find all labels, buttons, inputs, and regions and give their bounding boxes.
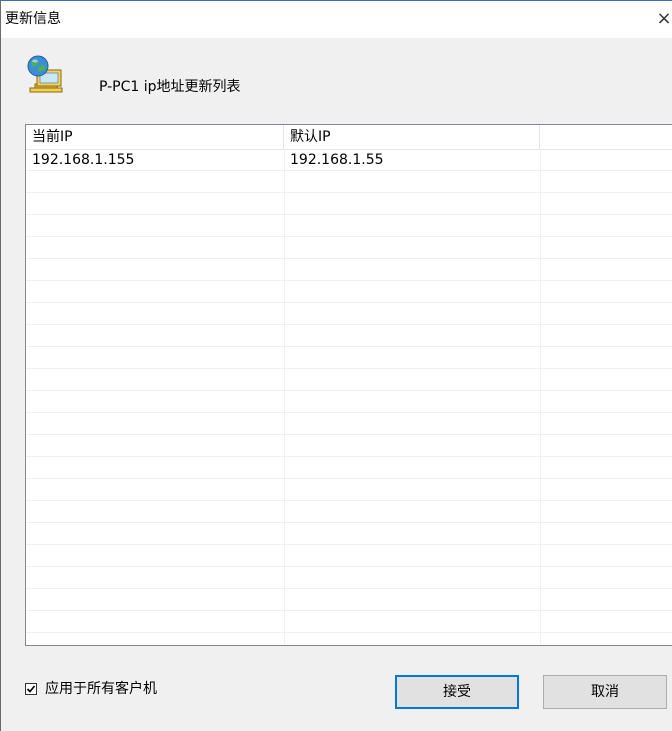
table-row[interactable] [26, 545, 672, 567]
table-row[interactable] [26, 369, 672, 391]
list-rows: 192.168.1.155 192.168.1.55 [26, 149, 672, 633]
table-cell: 192.168.1.155 [32, 152, 135, 168]
table-cell: 192.168.1.55 [290, 152, 384, 168]
list-title: P-PC1 ip地址更新列表 [99, 79, 241, 95]
table-row[interactable] [26, 435, 672, 457]
table-row[interactable] [26, 259, 672, 281]
column-header-current-ip[interactable]: 当前IP [26, 125, 284, 149]
table-row[interactable]: 192.168.1.155 192.168.1.55 [26, 149, 672, 171]
table-row[interactable] [26, 413, 672, 435]
ip-list-view[interactable]: 当前IP 默认IP 192.168.1.155 192.168.1.55 [25, 124, 672, 646]
accept-button[interactable]: 接受 [395, 675, 519, 709]
close-icon: × [656, 8, 672, 29]
table-row[interactable] [26, 237, 672, 259]
close-button[interactable]: × [655, 1, 672, 37]
table-row[interactable] [26, 391, 672, 413]
dialog-header: P-PC1 ip地址更新列表 [1, 38, 672, 118]
apply-all-label: 应用于所有客户机 [45, 681, 157, 697]
table-row[interactable] [26, 281, 672, 303]
apply-all-checkbox[interactable] [25, 683, 37, 695]
network-computer-icon [25, 54, 65, 94]
list-column-header: 当前IP 默认IP [26, 125, 672, 150]
table-row[interactable] [26, 457, 672, 479]
table-row[interactable] [26, 611, 672, 633]
title-bar: 更新信息 × [1, 0, 672, 38]
column-header-default-ip[interactable]: 默认IP [284, 125, 540, 149]
table-row[interactable] [26, 325, 672, 347]
table-cell [540, 149, 672, 171]
update-info-dialog: 更新信息 × P-PC1 ip地址更新列表 当前IP 默认IP 192.168.… [0, 0, 672, 731]
table-row[interactable] [26, 567, 672, 589]
column-header-empty[interactable] [540, 125, 672, 149]
apply-all-clients-option[interactable]: 应用于所有客户机 [25, 680, 157, 698]
table-row[interactable] [26, 501, 672, 523]
table-row[interactable] [26, 303, 672, 325]
window-title: 更新信息 [5, 11, 61, 27]
checkmark-icon [26, 685, 36, 693]
table-row[interactable] [26, 479, 672, 501]
table-row[interactable] [26, 589, 672, 611]
table-row[interactable] [26, 215, 672, 237]
table-row[interactable] [26, 193, 672, 215]
table-row[interactable] [26, 171, 672, 193]
cancel-button[interactable]: 取消 [543, 675, 667, 709]
table-row[interactable] [26, 347, 672, 369]
table-row[interactable] [26, 523, 672, 545]
